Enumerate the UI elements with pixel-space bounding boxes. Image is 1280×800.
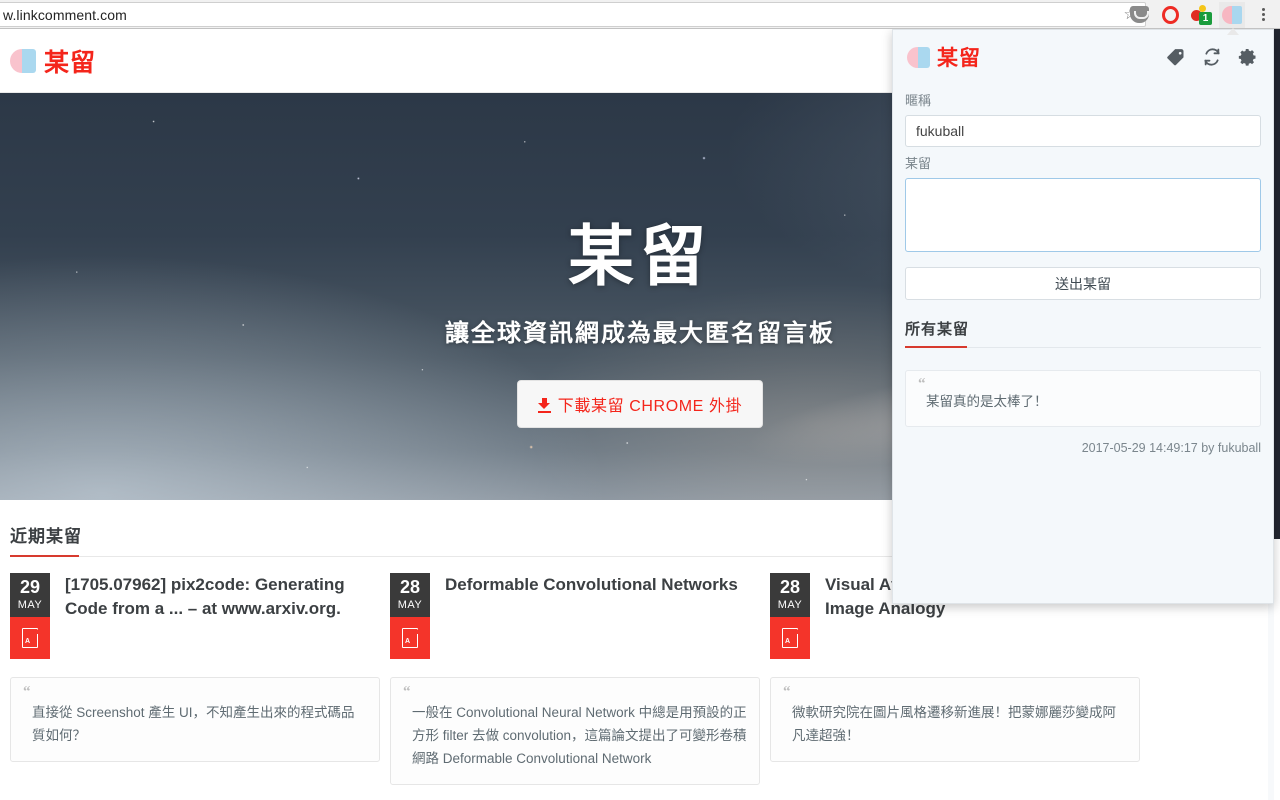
recent-card-comment: “ 一般在 Convolutional Neural Network 中總是用預… [390, 677, 760, 785]
download-extension-button[interactable]: 下載某留 CHROME 外掛 [516, 380, 764, 428]
linkcomment-extension-icon[interactable] [1219, 1, 1245, 35]
quote-icon: “ [783, 684, 791, 700]
browser-toolbar: w.linkcomment.com ☆ 1 [0, 0, 1280, 35]
download-icon [537, 397, 551, 413]
web-page: 某留 某留 讓全球資訊網成為最大匿名留言板 下載某留 CHROME 外掛 近期某… [0, 29, 1280, 800]
hero-title: 某留 [568, 219, 712, 293]
people-icon[interactable]: 1 [1188, 2, 1214, 28]
popup-brand: 某留 [907, 42, 981, 72]
chrome-menu-icon[interactable] [1250, 2, 1276, 28]
site-brand-label: 某留 [44, 48, 97, 77]
popup-brand-label: 某留 [937, 47, 981, 70]
quote-icon: “ [403, 684, 411, 700]
opera-icon[interactable] [1157, 2, 1183, 28]
linkcomment-logo-icon [10, 48, 36, 73]
linkcomment-logo-icon [907, 46, 930, 68]
download-extension-label: 下載某留 CHROME 外掛 [557, 398, 743, 415]
refresh-icon[interactable] [1201, 46, 1223, 68]
recent-card-list: 29 MAY A [1705.07962] pix2code: Generati… [10, 573, 1270, 785]
people-badge-count: 1 [1199, 11, 1212, 25]
recent-card-comment-text: 一般在 Convolutional Neural Network 中總是用預設的… [412, 705, 747, 766]
date-month: MAY [17, 599, 43, 611]
pdf-icon: A [22, 627, 39, 648]
popup-actions [1165, 46, 1259, 68]
popup-header: 某留 [893, 30, 1273, 76]
recent-section-title: 近期某留 [10, 527, 82, 546]
screen: 某留 某留 讓全球資訊網成為最大匿名留言板 下載某留 CHROME 外掛 近期某… [0, 0, 1280, 800]
recent-card-comment-text: 微軟研究院在圖片風格遷移新進展！把蒙娜麗莎變成阿凡達超強！ [792, 705, 1116, 743]
date-badge: 28 MAY A [390, 573, 430, 659]
pdf-icon: A [402, 627, 419, 648]
recent-card-comment: “ 微軟研究院在圖片風格遷移新進展！把蒙娜麗莎變成阿凡達超強！ [770, 677, 1140, 762]
recent-card[interactable]: 28 MAY A Deformable Convolutional Networ… [390, 573, 770, 785]
date-day: 28 [779, 577, 801, 597]
site-brand[interactable]: 某留 [10, 43, 96, 79]
date-day: 28 [399, 577, 421, 597]
pocket-icon[interactable] [1126, 2, 1152, 28]
tag-icon[interactable] [1165, 46, 1187, 68]
recent-card[interactable]: 29 MAY A [1705.07962] pix2code: Generati… [10, 573, 390, 785]
popup-comment-meta: 2017-05-29 14:49:17 by fukuball [1081, 441, 1261, 455]
date-badge: 28 MAY A [770, 573, 810, 659]
quote-icon: “ [23, 684, 31, 700]
hero-subtitle: 讓全球資訊網成為最大匿名留言板 [445, 320, 835, 347]
address-bar-url: w.linkcomment.com [3, 6, 127, 23]
date-day: 29 [19, 577, 41, 597]
date-month: MAY [397, 599, 423, 611]
recent-card-comment-text: 直接從 Screenshot 產生 UI，不知產生出來的程式碼品質如何？ [32, 705, 355, 743]
recent-card-comment: “ 直接從 Screenshot 產生 UI，不知產生出來的程式碼品質如何？ [10, 677, 380, 762]
date-badge: 29 MAY A [10, 573, 50, 659]
date-month: MAY [777, 599, 803, 611]
recent-card[interactable]: 28 MAY A Visual Attribute Transfer throu… [770, 573, 1150, 785]
browser-toolbar-icons: 1 [1126, 0, 1276, 35]
address-bar[interactable]: w.linkcomment.com ☆ [0, 2, 1146, 27]
pdf-icon: A [782, 627, 799, 648]
recent-card-title[interactable]: Deformable Convolutional Networks [445, 573, 738, 597]
gear-icon[interactable] [1237, 46, 1259, 68]
recent-card-title[interactable]: [1705.07962] pix2code: Generating Code f… [65, 573, 380, 621]
